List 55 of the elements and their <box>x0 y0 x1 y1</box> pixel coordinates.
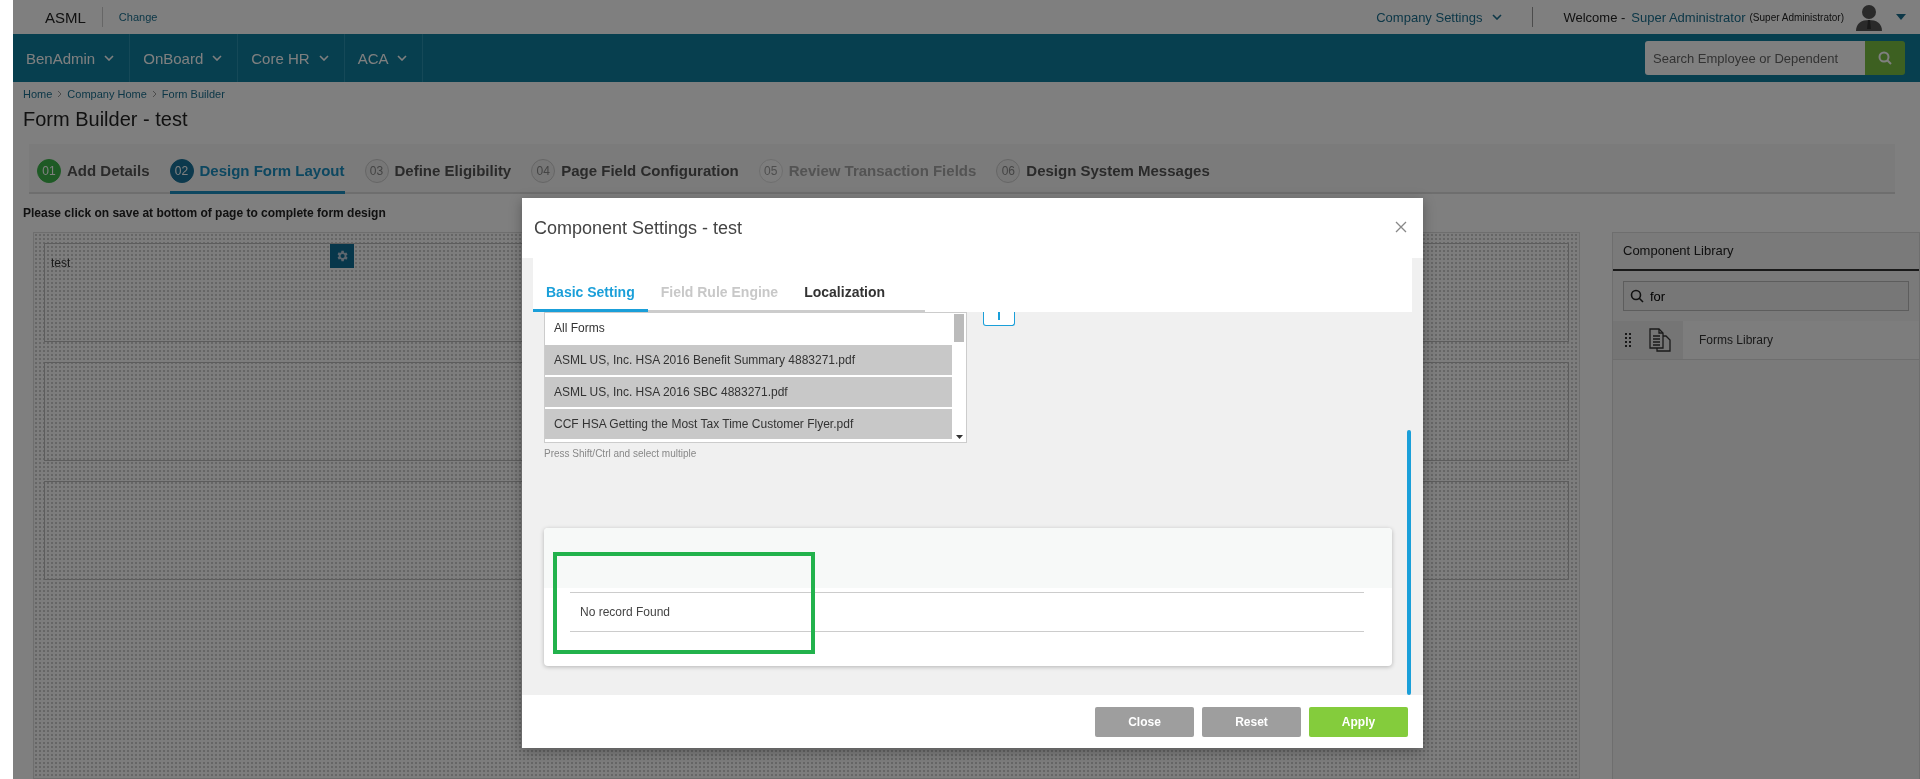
avatar-icon <box>1856 3 1882 31</box>
add-button[interactable] <box>983 312 1015 326</box>
company-settings-menu[interactable]: Company Settings <box>1376 9 1503 25</box>
close-icon <box>1395 221 1407 233</box>
nav-menu[interactable]: BenAdmin <box>13 34 131 82</box>
search-field[interactable]: for <box>1623 281 1909 311</box>
apply-button[interactable]: Apply <box>1309 706 1408 737</box>
footer-button[interactable]: Reset <box>1202 706 1301 737</box>
caret-down-icon <box>955 435 963 439</box>
caret-down-icon <box>1896 14 1906 20</box>
instruction-text: Please click on save at bottom of page to complete form design <box>23 206 387 222</box>
forms-listbox[interactable]: All Forms ASML US, Inc. HSA 2016 Benefit Summary 4883271.pdf ASML US, Inc. HSA 2016 SBC 4883271.pdf CCF HSA Getting the Most Tax Time Customer Flyer.pdf <box>544 312 967 443</box>
step-number: 02 <box>169 158 194 183</box>
settings-icon <box>335 249 349 263</box>
nav-menu[interactable]: Core HR <box>238 34 345 82</box>
breadcrumb-link[interactable]: Home <box>23 87 53 100</box>
search-button[interactable] <box>1865 41 1905 75</box>
footer-button[interactable]: Close <box>1095 706 1194 737</box>
drag-handle-icon <box>1625 333 1631 347</box>
change-link[interactable]: Change <box>118 11 158 23</box>
company-name: ASML <box>45 8 86 26</box>
breadcrumb-link[interactable]: Company Home <box>67 87 147 100</box>
panel-title: Component Library <box>1613 233 1919 271</box>
page-title: Form Builder - test <box>23 108 189 132</box>
chevron-down-icon <box>104 55 115 61</box>
step-tab[interactable]: 01 Add Details <box>37 150 150 194</box>
empty-message: No record Found <box>580 605 671 619</box>
list-option[interactable]: ASML US, Inc. HSA 2016 SBC 4883271.pdf <box>545 377 952 409</box>
modal-title: Component Settings - test <box>534 217 743 239</box>
section-label: test <box>51 256 71 270</box>
step-tab[interactable]: 02 Design Form Layout <box>169 150 345 194</box>
search-field[interactable]: Search Employee or Dependent <box>1645 41 1865 75</box>
user-role: (Super Administrator) <box>1749 11 1844 23</box>
chevron-right-icon <box>57 89 63 98</box>
user-name-link[interactable]: Super Administrator <box>1631 9 1746 25</box>
nav-menu[interactable]: OnBoard <box>130 34 239 82</box>
settings-button[interactable] <box>330 244 354 268</box>
breadcrumb-link[interactable]: Form Builder <box>161 87 225 100</box>
scrollbar-thumb[interactable] <box>954 314 964 342</box>
chevron-down-icon <box>1492 14 1503 20</box>
hint-text: Press Shift/Ctrl and select multiple <box>544 448 698 459</box>
list-option[interactable]: CCF HSA Getting the Most Tax Time Customer Flyer.pdf <box>545 409 952 441</box>
chevron-right-icon <box>151 89 157 98</box>
chevron-down-icon <box>318 55 329 61</box>
chevron-down-icon <box>397 55 408 61</box>
list-option[interactable]: ASML US, Inc. HSA 2016 Benefit Summary 4883271.pdf <box>545 345 952 377</box>
tab[interactable]: Localization <box>791 274 899 312</box>
nav-menu[interactable]: ACA <box>344 34 424 82</box>
chevron-down-icon <box>212 55 223 61</box>
step-number: 01 <box>37 158 61 183</box>
scrollbar-thumb[interactable] <box>1407 430 1411 695</box>
documents-icon <box>1649 328 1671 352</box>
search-icon <box>1630 289 1644 303</box>
welcome-text: Welcome - <box>1563 9 1626 25</box>
search-icon <box>1878 51 1892 65</box>
